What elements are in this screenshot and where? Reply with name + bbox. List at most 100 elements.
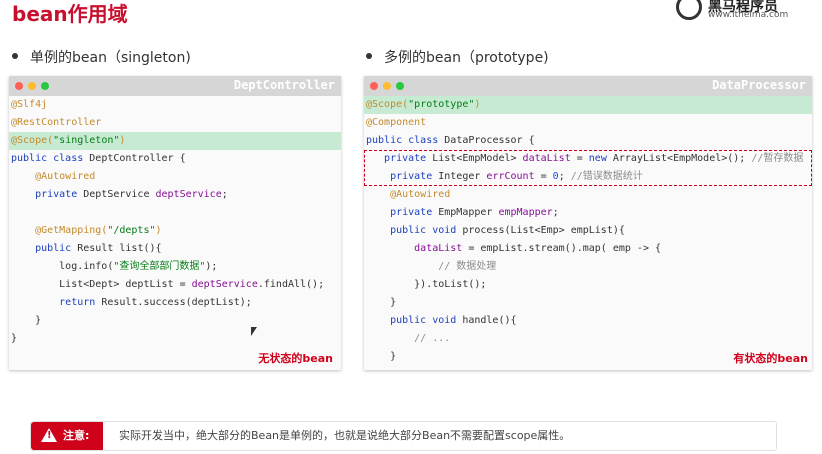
window-maximize-icon[interactable] (396, 82, 404, 90)
file-name: DataProcessor (712, 78, 806, 92)
code-line: public class DataProcessor { (364, 132, 812, 150)
code-token: DeptService (83, 189, 156, 200)
code-line: } (9, 330, 341, 348)
editor-title-bar: DeptController (9, 76, 341, 96)
code-token: } (366, 297, 397, 308)
code-token: @Component (366, 117, 427, 128)
code-token: public class (366, 135, 445, 146)
code-token: public void (366, 315, 463, 326)
code-token: return (11, 297, 102, 308)
code-token: }).toList(); (366, 279, 487, 290)
code-token: public class (11, 153, 90, 164)
code-line: }).toList(); (364, 276, 812, 294)
code-token: deptService (191, 279, 258, 290)
page-title: bean作用域 (12, 2, 128, 26)
code-line: // 数据处理 (364, 258, 812, 276)
window-close-icon[interactable] (15, 82, 23, 90)
code-line: public void handle(){ (364, 312, 812, 330)
code-line: @RestController (9, 114, 341, 132)
code-token: } (11, 315, 42, 326)
code-line: // ... (364, 330, 812, 348)
code-block: @Slf4j @RestController @Scope("singleton")… (9, 96, 341, 348)
note-text: 实际开发当中，绝大部分的Bean是单例的，也就是说绝大部分Bean不需要配置sc… (119, 429, 571, 442)
code-line: @Scope("singleton") (9, 132, 341, 150)
code-token: @Scope( (366, 99, 409, 110)
code-line: public class DeptController { (9, 150, 341, 168)
bullet-icon (366, 53, 372, 59)
code-token: private (366, 207, 439, 218)
code-token: = empList.stream().map( emp -> { (462, 243, 662, 254)
code-token: ); (205, 261, 218, 272)
code-token: deptService (155, 189, 222, 200)
stateful-fields-highlight (364, 150, 812, 186)
section-title-singleton: 单例的bean（singleton) (12, 47, 191, 67)
code-token: Result.success(deptList); (101, 297, 252, 308)
code-line: private EmpMapper empMapper; (364, 204, 812, 222)
code-token: "singleton" (53, 135, 120, 146)
section-title-text: 单例的bean（singleton) (30, 50, 191, 66)
code-token: dataList (366, 243, 463, 254)
code-token: @Autowired (366, 189, 451, 200)
file-name: DeptController (233, 78, 335, 92)
code-block: @Scope("prototype") @Component public clas… (364, 96, 812, 366)
mouse-cursor-icon (251, 327, 257, 336)
section-title-text: 多例的bean（prototype) (384, 50, 549, 66)
code-token: // 数据处理 (366, 261, 497, 272)
code-token: EmpMapper (438, 207, 499, 218)
code-token: @GetMapping( (11, 225, 108, 236)
logo-url: www.itheima.com (708, 10, 789, 20)
stateful-bean-label: 有状态的bean (733, 352, 808, 365)
code-line: log.info("查询全部部门数据"); (9, 258, 341, 276)
code-token: ) (155, 225, 162, 236)
code-token: handle(){ (462, 315, 517, 326)
code-token: log.info( (11, 261, 114, 272)
code-token: ) (474, 99, 481, 110)
code-token: Result list(){ (77, 243, 162, 254)
code-line: public void process(List<Emp> empList){ (364, 222, 812, 240)
code-token: .findAll(); (257, 279, 325, 290)
code-line: public Result list(){ (9, 240, 341, 258)
code-line: @Scope("prototype") (364, 96, 812, 114)
window-minimize-icon[interactable] (383, 82, 391, 90)
window-maximize-icon[interactable] (41, 82, 49, 90)
code-token: DataProcessor { (444, 135, 535, 146)
code-token: DeptController { (89, 153, 186, 164)
code-line: } (9, 312, 341, 330)
code-token: ) (119, 135, 126, 146)
code-token: @RestController (11, 117, 102, 128)
code-token: empMapper (498, 207, 553, 218)
code-line: List<Dept> deptList = deptService.findAl… (9, 276, 341, 294)
code-token: ; (221, 189, 228, 200)
code-panel-singleton: DeptController @Slf4j @RestController @Sco… (9, 76, 341, 370)
code-token: "/depts" (107, 225, 156, 236)
code-line: @Autowired (9, 168, 341, 186)
code-token: @Slf4j (11, 99, 48, 110)
code-token: ; (552, 207, 559, 218)
code-token: } (11, 333, 18, 344)
code-line: @Slf4j (9, 96, 341, 114)
code-line: } (364, 294, 812, 312)
code-token: public void (366, 225, 463, 236)
code-token: List<Dept> deptList = (11, 279, 192, 290)
stateless-bean-label: 无状态的bean (258, 352, 333, 365)
code-line: dataList = empList.stream().map( emp -> … (364, 240, 812, 258)
code-line: private DeptService deptService; (9, 186, 341, 204)
brand-logo: 黑马程序员 www.itheima.com (676, 0, 816, 22)
code-token: // ... (366, 333, 451, 344)
note-tag-label: 注意: (63, 429, 90, 442)
code-token: public (11, 243, 78, 254)
code-token: "prototype" (408, 99, 475, 110)
code-panel-prototype: DataProcessor @Scope("prototype") @Compon… (364, 76, 812, 370)
code-line: return Result.success(deptList); (9, 294, 341, 312)
code-token: private (11, 189, 84, 200)
window-close-icon[interactable] (370, 82, 378, 90)
window-minimize-icon[interactable] (28, 82, 36, 90)
code-token: process(List<Emp> empList){ (462, 225, 625, 236)
section-title-prototype: 多例的bean（prototype) (366, 47, 549, 67)
editor-title-bar: DataProcessor (364, 76, 812, 96)
code-line: @Autowired (364, 186, 812, 204)
code-line: @Component (364, 114, 812, 132)
code-line: @GetMapping("/depts") (9, 222, 341, 240)
note-callout: ! 注意: 实际开发当中，绝大部分的Bean是单例的，也就是说绝大部分Bean不… (30, 421, 777, 451)
